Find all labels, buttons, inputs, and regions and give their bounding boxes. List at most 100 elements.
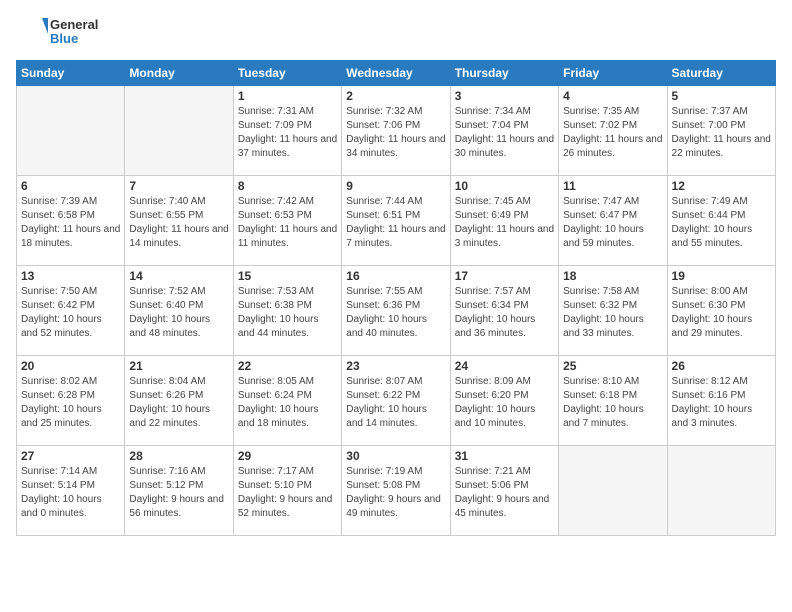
day-number: 6 (21, 179, 120, 193)
day-number: 13 (21, 269, 120, 283)
calendar-cell: 18 Sunrise: 7:58 AMSunset: 6:32 PMDayligh… (559, 266, 667, 356)
calendar-table: SundayMondayTuesdayWednesdayThursdayFrid… (16, 60, 776, 536)
day-info: Sunrise: 7:37 AMSunset: 7:00 PMDaylight:… (672, 105, 771, 161)
calendar-cell (125, 86, 233, 176)
calendar-cell: 19 Sunrise: 8:00 AMSunset: 6:30 PMDayligh… (667, 266, 775, 356)
day-info: Sunrise: 7:17 AMSunset: 5:10 PMDaylight:… (238, 465, 337, 521)
day-info: Sunrise: 7:31 AMSunset: 7:09 PMDaylight:… (238, 105, 337, 161)
day-number: 22 (238, 359, 337, 373)
day-info: Sunrise: 7:40 AMSunset: 6:55 PMDaylight:… (129, 195, 228, 251)
day-info: Sunrise: 7:58 AMSunset: 6:32 PMDaylight:… (563, 285, 662, 341)
weekday-header-saturday: Saturday (667, 61, 775, 86)
day-number: 12 (672, 179, 771, 193)
calendar-cell: 29 Sunrise: 7:17 AMSunset: 5:10 PMDayligh… (233, 446, 341, 536)
day-info: Sunrise: 7:57 AMSunset: 6:34 PMDaylight:… (455, 285, 554, 341)
day-info: Sunrise: 8:10 AMSunset: 6:18 PMDaylight:… (563, 375, 662, 431)
day-info: Sunrise: 7:34 AMSunset: 7:04 PMDaylight:… (455, 105, 554, 161)
day-info: Sunrise: 8:07 AMSunset: 6:22 PMDaylight:… (346, 375, 445, 431)
day-info: Sunrise: 8:02 AMSunset: 6:28 PMDaylight:… (21, 375, 120, 431)
calendar-cell: 9Sunrise: 7:44 AMSunset: 6:51 PMDaylight… (342, 176, 450, 266)
day-number: 24 (455, 359, 554, 373)
calendar-cell: 23 Sunrise: 8:07 AMSunset: 6:22 PMDayligh… (342, 356, 450, 446)
day-number: 16 (346, 269, 445, 283)
day-number: 9 (346, 179, 445, 193)
day-info: Sunrise: 7:42 AMSunset: 6:53 PMDaylight:… (238, 195, 337, 251)
week-row-4: 20 Sunrise: 8:02 AMSunset: 6:28 PMDayligh… (17, 356, 776, 446)
calendar-cell: 14 Sunrise: 7:52 AMSunset: 6:40 PMDayligh… (125, 266, 233, 356)
calendar-cell: 30Sunrise: 7:19 AMSunset: 5:08 PMDayligh… (342, 446, 450, 536)
day-number: 14 (129, 269, 228, 283)
day-number: 26 (672, 359, 771, 373)
week-row-5: 27 Sunrise: 7:14 AMSunset: 5:14 PMDayligh… (17, 446, 776, 536)
calendar-cell: 24 Sunrise: 8:09 AMSunset: 6:20 PMDayligh… (450, 356, 558, 446)
day-number: 27 (21, 449, 120, 463)
day-info: Sunrise: 7:47 AMSunset: 6:47 PMDaylight:… (563, 195, 662, 251)
calendar-cell: 25 Sunrise: 8:10 AMSunset: 6:18 PMDayligh… (559, 356, 667, 446)
calendar-cell: 27 Sunrise: 7:14 AMSunset: 5:14 PMDayligh… (17, 446, 125, 536)
calendar-cell (667, 446, 775, 536)
day-number: 19 (672, 269, 771, 283)
day-number: 2 (346, 89, 445, 103)
day-info: Sunrise: 7:32 AMSunset: 7:06 PMDaylight:… (346, 105, 445, 161)
weekday-header-tuesday: Tuesday (233, 61, 341, 86)
logo-line1: General (50, 18, 98, 32)
day-number: 5 (672, 89, 771, 103)
day-info: Sunrise: 7:19 AMSunset: 5:08 PMDaylight:… (346, 465, 445, 521)
day-number: 18 (563, 269, 662, 283)
calendar-cell: 2 Sunrise: 7:32 AMSunset: 7:06 PMDaylight… (342, 86, 450, 176)
calendar-cell: 28 Sunrise: 7:16 AMSunset: 5:12 PMDayligh… (125, 446, 233, 536)
day-number: 8 (238, 179, 337, 193)
calendar-cell: 11Sunrise: 7:47 AMSunset: 6:47 PMDayligh… (559, 176, 667, 266)
day-number: 1 (238, 89, 337, 103)
day-number: 31 (455, 449, 554, 463)
logo: General Blue (16, 16, 98, 48)
day-number: 20 (21, 359, 120, 373)
day-info: Sunrise: 7:35 AMSunset: 7:02 PMDaylight:… (563, 105, 662, 161)
day-info: Sunrise: 7:52 AMSunset: 6:40 PMDaylight:… (129, 285, 228, 341)
day-number: 7 (129, 179, 228, 193)
calendar-cell: 21Sunrise: 8:04 AMSunset: 6:26 PMDayligh… (125, 356, 233, 446)
day-info: Sunrise: 7:50 AMSunset: 6:42 PMDaylight:… (21, 285, 120, 341)
day-info: Sunrise: 7:14 AMSunset: 5:14 PMDaylight:… (21, 465, 120, 521)
day-info: Sunrise: 8:00 AMSunset: 6:30 PMDaylight:… (672, 285, 771, 341)
calendar-cell: 22 Sunrise: 8:05 AMSunset: 6:24 PMDayligh… (233, 356, 341, 446)
calendar-cell: 5 Sunrise: 7:37 AMSunset: 7:00 PMDaylight… (667, 86, 775, 176)
day-number: 10 (455, 179, 554, 193)
logo-line2: Blue (50, 32, 98, 46)
day-info: Sunrise: 7:21 AMSunset: 5:06 PMDaylight:… (455, 465, 554, 521)
day-number: 25 (563, 359, 662, 373)
day-info: Sunrise: 8:09 AMSunset: 6:20 PMDaylight:… (455, 375, 554, 431)
logo-text-block: General Blue (16, 16, 98, 48)
calendar-cell: 3Sunrise: 7:34 AMSunset: 7:04 PMDaylight… (450, 86, 558, 176)
day-info: Sunrise: 7:53 AMSunset: 6:38 PMDaylight:… (238, 285, 337, 341)
day-info: Sunrise: 7:55 AMSunset: 6:36 PMDaylight:… (346, 285, 445, 341)
weekday-header-thursday: Thursday (450, 61, 558, 86)
calendar-cell: 31 Sunrise: 7:21 AMSunset: 5:06 PMDayligh… (450, 446, 558, 536)
day-info: Sunrise: 7:16 AMSunset: 5:12 PMDaylight:… (129, 465, 228, 521)
calendar-cell: 10 Sunrise: 7:45 AMSunset: 6:49 PMDayligh… (450, 176, 558, 266)
calendar-cell (17, 86, 125, 176)
calendar-cell: 8 Sunrise: 7:42 AMSunset: 6:53 PMDaylight… (233, 176, 341, 266)
day-info: Sunrise: 7:45 AMSunset: 6:49 PMDaylight:… (455, 195, 554, 251)
week-row-2: 6Sunrise: 7:39 AMSunset: 6:58 PMDaylight… (17, 176, 776, 266)
day-info: Sunrise: 8:04 AMSunset: 6:26 PMDaylight:… (129, 375, 228, 431)
calendar-cell (559, 446, 667, 536)
calendar-cell: 7 Sunrise: 7:40 AMSunset: 6:55 PMDaylight… (125, 176, 233, 266)
week-row-3: 13 Sunrise: 7:50 AMSunset: 6:42 PMDayligh… (17, 266, 776, 356)
calendar-cell: 4 Sunrise: 7:35 AMSunset: 7:02 PMDaylight… (559, 86, 667, 176)
page-header: General Blue (16, 16, 776, 48)
calendar-cell: 1 Sunrise: 7:31 AMSunset: 7:09 PMDaylight… (233, 86, 341, 176)
calendar-cell: 6Sunrise: 7:39 AMSunset: 6:58 PMDaylight… (17, 176, 125, 266)
weekday-header-sunday: Sunday (17, 61, 125, 86)
logo-icon (16, 16, 48, 48)
day-number: 29 (238, 449, 337, 463)
day-number: 28 (129, 449, 228, 463)
day-number: 4 (563, 89, 662, 103)
day-number: 23 (346, 359, 445, 373)
day-number: 15 (238, 269, 337, 283)
calendar-cell: 17 Sunrise: 7:57 AMSunset: 6:34 PMDayligh… (450, 266, 558, 356)
day-info: Sunrise: 8:05 AMSunset: 6:24 PMDaylight:… (238, 375, 337, 431)
calendar-cell: 26Sunrise: 8:12 AMSunset: 6:16 PMDayligh… (667, 356, 775, 446)
weekday-header-friday: Friday (559, 61, 667, 86)
day-number: 17 (455, 269, 554, 283)
